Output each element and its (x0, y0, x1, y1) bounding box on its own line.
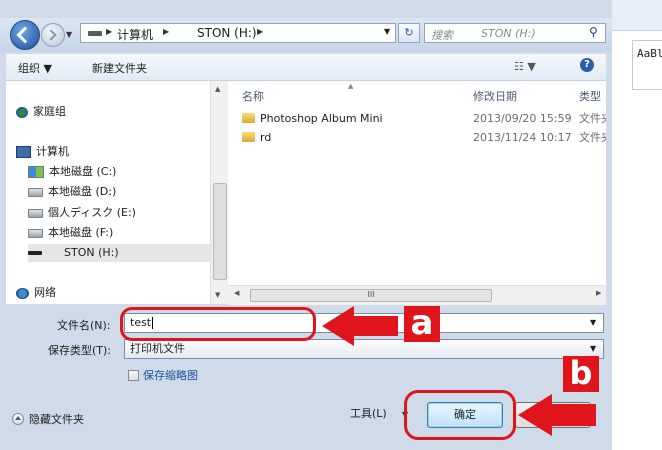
breadcrumb-chevron-icon[interactable]: ▶ (257, 27, 263, 36)
folder-icon (242, 113, 255, 123)
file-list: ▲ 名称 修改日期 类型 Photoshop Album Mini 2013/0… (228, 81, 606, 285)
navigation-pane: 家庭组 计算机 本地磁盘 (C:) 本地磁盘 (D:) 個人ディスク (E:) … (6, 81, 210, 304)
nav-item-label: 网络 (34, 286, 56, 299)
nav-item-label: 计算机 (36, 145, 69, 158)
navigation-scrollbar[interactable]: ▲ ▼ (210, 81, 228, 304)
nav-item-drive-c[interactable]: 本地磁盘 (C:) (28, 163, 116, 181)
column-header-name[interactable]: 名称 (242, 88, 264, 104)
address-dropdown-icon[interactable]: ▼ (384, 27, 390, 36)
nav-item-label: 本地磁盘 (C:) (49, 165, 117, 178)
drive-icon (88, 31, 102, 36)
drive-icon (28, 208, 43, 218)
back-arrow-icon[interactable] (10, 20, 40, 50)
system-drive-icon (28, 166, 44, 178)
filename-label: 文件名(N): (57, 319, 111, 332)
breadcrumb-chevron-icon[interactable]: ▶ (106, 27, 112, 36)
file-name: Photoshop Album Mini (260, 112, 383, 125)
breadcrumb-chevron-icon[interactable]: ▶ (163, 27, 169, 36)
search-placeholder-location: STON (H:) (481, 27, 536, 40)
nav-item-label: 個人ディスク (E:) (48, 206, 136, 219)
drive-icon (28, 228, 43, 238)
nav-item-drive-e[interactable]: 個人ディスク (E:) (28, 204, 136, 222)
save-dialog: ▼ ▶ 计算机 ▶ STON (H:) ▶ ▼ ↻ 搜索 STON (H:) ⚲… (0, 0, 612, 450)
file-name-cell: Photoshop Album Mini (242, 110, 383, 128)
horizontal-scrollbar[interactable]: ◀ III ▶ (228, 285, 606, 305)
column-header-type[interactable]: 类型 (579, 88, 601, 104)
nav-item-label: 家庭组 (33, 105, 66, 118)
filetype-dropdown-icon[interactable]: ▼ (590, 344, 596, 353)
search-input[interactable]: 搜索 STON (H:) ⚲ (424, 23, 606, 43)
nav-item-drive-f[interactable]: 本地磁盘 (F:) (28, 224, 113, 242)
usb-drive-icon (28, 251, 42, 255)
forward-arrow-icon[interactable] (41, 23, 65, 47)
nav-item-computer[interactable]: 计算机 (16, 143, 69, 161)
nav-item-network[interactable]: 网络 (16, 284, 56, 302)
address-bar[interactable]: ▶ 计算机 ▶ STON (H:) ▶ ▼ (80, 23, 396, 43)
save-thumbnail-label[interactable]: 保存缩略图 (143, 367, 198, 383)
sort-ascending-icon: ▲ (348, 82, 354, 90)
arrow-a-icon (322, 306, 398, 346)
breadcrumb-computer[interactable]: 计算机 (117, 26, 153, 43)
annotation-label-a: a (404, 306, 440, 342)
file-date: 2013/09/20 15:59 (473, 112, 572, 125)
search-placeholder-prefix: 搜索 (431, 29, 453, 42)
command-toolbar: 组织 ▼ 新建文件夹 ☷ ▼ ? (6, 54, 606, 81)
file-date: 2013/11/24 10:17 (473, 131, 572, 144)
scrollbar-thumb[interactable]: III (250, 289, 492, 302)
help-icon[interactable]: ? (580, 58, 594, 72)
filetype-label: 保存类型(T): (48, 344, 112, 357)
scroll-down-icon[interactable]: ▼ (215, 291, 220, 299)
file-name-cell: rd (242, 129, 271, 147)
breadcrumb-drive[interactable]: STON (H:) (197, 26, 257, 40)
scroll-left-icon[interactable]: ◀ (234, 289, 239, 297)
refresh-icon[interactable]: ↻ (398, 23, 420, 43)
filename-dropdown-icon[interactable]: ▼ (590, 318, 596, 327)
file-row[interactable]: Photoshop Album Mini 2013/09/20 15:59 文件… (228, 110, 606, 128)
nav-item-label: STON (H:) (64, 246, 119, 259)
scroll-up-icon[interactable]: ▲ (215, 85, 220, 93)
save-thumbnail-checkbox[interactable] (128, 370, 139, 381)
file-row[interactable]: rd 2013/11/24 10:17 文件夹 (228, 129, 606, 147)
scroll-right-icon[interactable]: ▶ (596, 289, 601, 297)
file-type: 文件夹 (579, 112, 606, 125)
organize-button[interactable]: 组织 ▼ (18, 60, 52, 76)
highlight-box-b (404, 390, 516, 440)
nav-item-drive-h[interactable]: STON (H:) (28, 244, 210, 262)
column-header-date[interactable]: 修改日期 (473, 88, 517, 104)
hide-folders-button[interactable]: 隐藏文件夹 (29, 411, 84, 427)
recent-locations-dropdown-icon[interactable]: ▼ (66, 30, 72, 39)
file-type: 文件夹 (579, 131, 606, 144)
collapse-up-icon[interactable] (12, 413, 24, 425)
drive-icon (28, 187, 43, 197)
network-icon (16, 287, 29, 299)
arrow-b-icon (518, 394, 596, 436)
view-options-button[interactable]: ☷ ▼ (514, 60, 536, 73)
search-icon[interactable]: ⚲ (589, 25, 598, 39)
computer-icon (16, 146, 31, 158)
folder-icon (242, 132, 255, 142)
nav-item-drive-d[interactable]: 本地磁盘 (D:) (28, 183, 116, 201)
nav-item-label: 本地磁盘 (F:) (48, 226, 114, 239)
homegroup-icon (16, 106, 28, 118)
background-app-window: AaBl (612, 0, 662, 450)
scrollbar-thumb[interactable] (213, 183, 227, 280)
tools-button[interactable]: 工具(L) (350, 405, 387, 421)
highlight-box-a (120, 307, 316, 341)
style-preview: AaBl (632, 40, 662, 90)
nav-item-label: 本地磁盘 (D:) (48, 185, 117, 198)
annotation-label-b: b (563, 356, 599, 392)
file-name: rd (260, 131, 272, 144)
nav-item-homegroup[interactable]: 家庭组 (16, 103, 66, 121)
new-folder-button[interactable]: 新建文件夹 (92, 60, 147, 76)
background-ribbon (612, 0, 662, 31)
